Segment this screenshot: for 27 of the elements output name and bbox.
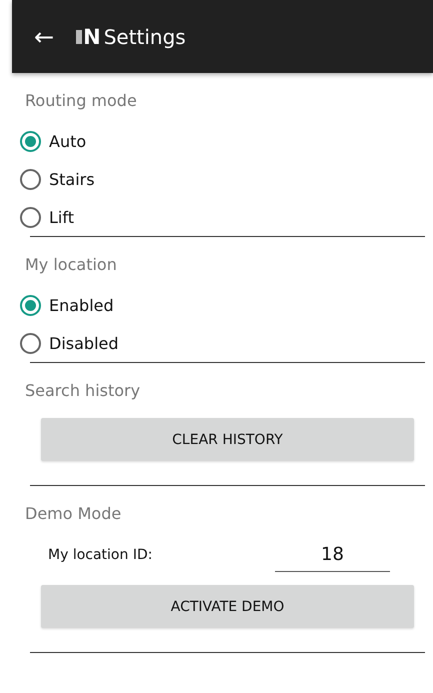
radio-option[interactable]: Enabled (20, 286, 114, 324)
radio-option[interactable]: Auto (20, 122, 86, 160)
field-label: My location ID: (48, 547, 154, 563)
radio-button[interactable] (20, 130, 41, 152)
logo-icon (76, 30, 82, 44)
radio-button[interactable] (20, 206, 41, 228)
location-id-field[interactable]: 18 (275, 538, 390, 572)
radio-label: Enabled (49, 296, 114, 314)
radio-option[interactable]: Disabled (20, 324, 119, 362)
logo-text: N (83, 24, 101, 48)
section-title: Demo Mode (24, 503, 122, 525)
radio-button[interactable] (20, 332, 41, 354)
clear-history-button[interactable]: CLEAR HISTORY (41, 418, 414, 461)
radio-button[interactable] (20, 168, 41, 190)
toolbar-title: Settings (104, 24, 186, 48)
section-title: Search history (24, 380, 142, 402)
radio-label: Stairs (49, 170, 95, 188)
radio-button[interactable] (20, 294, 41, 316)
radio-label: Lift (49, 208, 74, 226)
radio-label: Disabled (49, 334, 119, 352)
section-title: Routing mode (24, 90, 138, 112)
radio-option[interactable]: Stairs (20, 160, 95, 198)
back-button[interactable]: ← (34, 22, 54, 50)
radio-option[interactable]: Lift (20, 198, 74, 236)
activate-demo-button[interactable]: ACTIVATE DEMO (41, 585, 414, 628)
section-title: My location (24, 254, 118, 276)
radio-label: Auto (49, 132, 86, 150)
